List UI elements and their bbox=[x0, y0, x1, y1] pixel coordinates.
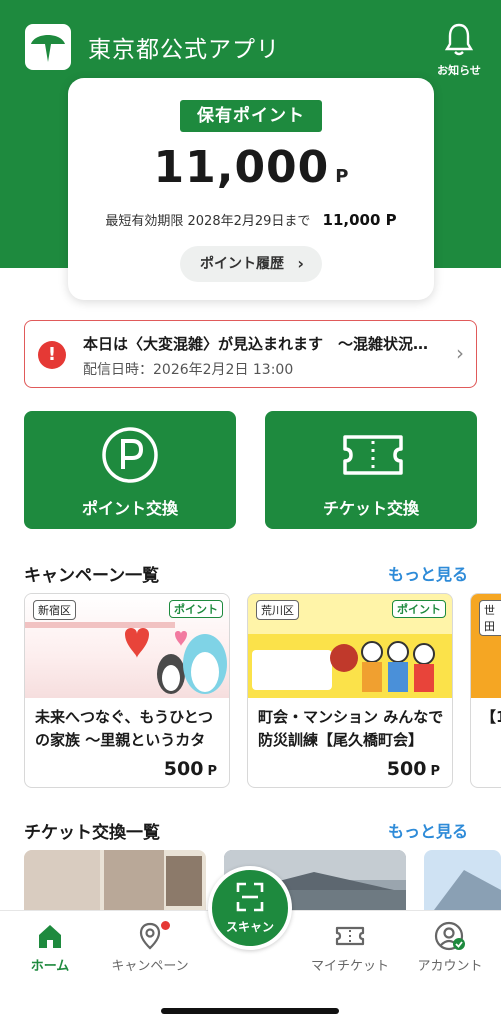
point-history-label: ポイント履歴 bbox=[200, 256, 284, 272]
ticket-image[interactable] bbox=[424, 850, 501, 910]
ward-tag: 新宿区 bbox=[33, 600, 76, 620]
account-icon bbox=[434, 921, 465, 951]
nav-my-ticket[interactable]: マイチケット bbox=[305, 921, 395, 974]
campaign-points: 500 P bbox=[164, 758, 217, 780]
nav-account-label: アカウント bbox=[417, 959, 483, 974]
campaign-card[interactable]: 新宿区 ポイント 未来へつなぐ、もうひとつの家族 〜里親というカタチ〜 500P bbox=[24, 593, 230, 788]
ticket-exchange-button[interactable]: チケット交換 bbox=[265, 411, 477, 529]
nav-my-ticket-label: マイチケット bbox=[310, 959, 389, 974]
tokyo-logo-icon bbox=[25, 24, 71, 70]
points-balance: 11,000 P bbox=[68, 142, 434, 193]
campaign-points: 500 P bbox=[387, 758, 440, 780]
scan-icon bbox=[236, 882, 264, 912]
point-exchange-label: ポイント交換 bbox=[81, 499, 178, 518]
ward-tag: 荒川区 bbox=[256, 600, 299, 620]
congestion-alert[interactable]: ! 本日は〈大変混雑〉が見込まれます ～混雑状況について～ 配信日時：2026年… bbox=[24, 320, 477, 388]
home-indicator bbox=[161, 1008, 339, 1014]
campaign-card[interactable]: 荒川区 ポイント 町会・マンション みんなで防災訓練【尾久橋町会】 500 P bbox=[247, 593, 453, 788]
campaign-points-value: 500 bbox=[163, 758, 204, 780]
nav-home[interactable]: ホーム bbox=[5, 921, 95, 974]
chevron-right-icon: › bbox=[456, 341, 464, 365]
campaign-section-title: キャンペーン一覧 bbox=[24, 566, 160, 586]
scan-label: スキャン bbox=[225, 920, 274, 934]
point-circle-icon bbox=[102, 427, 158, 483]
campaign-title: 未来へつなぐ、もうひとつの家族 〜里親というカタチ〜 bbox=[35, 708, 214, 749]
expiry-info: 最短有効期限 2028年2月29日まで 11,000 P bbox=[68, 210, 434, 229]
app-title: 東京都公式アプリ bbox=[88, 37, 280, 63]
alert-icon: ! bbox=[38, 341, 66, 369]
ticket-exchange-label: チケット交換 bbox=[322, 499, 419, 518]
ticket-icon bbox=[343, 435, 403, 475]
point-tag: ポイント bbox=[392, 600, 446, 618]
chevron-right-icon: › bbox=[297, 254, 304, 273]
notifications-button[interactable]: お知らせ bbox=[432, 22, 486, 82]
notification-dot bbox=[161, 921, 170, 930]
expiry-date: 2028年2月29日まで bbox=[187, 214, 311, 229]
ward-tag: 世田 bbox=[479, 600, 501, 636]
campaign-points-unit: P bbox=[207, 764, 217, 779]
notifications-label: お知らせ bbox=[437, 64, 481, 77]
ticket-icon bbox=[335, 926, 365, 946]
expiry-label: 最短有効期限 bbox=[105, 214, 184, 229]
campaign-title: 【1 bbox=[481, 708, 501, 726]
campaign-more-link[interactable]: もっと見る bbox=[388, 561, 468, 585]
point-tag: ポイント bbox=[169, 600, 223, 618]
nav-campaign-label: キャンペーン bbox=[111, 959, 189, 974]
nav-account[interactable]: アカウント bbox=[405, 921, 495, 974]
scan-button[interactable]: スキャン bbox=[208, 866, 292, 950]
campaign-points-value: 500 bbox=[386, 758, 427, 780]
bell-icon bbox=[444, 23, 474, 56]
alert-title: 本日は〈大変混雑〉が見込まれます ～混雑状況について～ bbox=[83, 335, 443, 353]
ticket-more-link[interactable]: もっと見る bbox=[388, 818, 468, 842]
points-badge: 保有ポイント bbox=[180, 100, 322, 132]
nav-campaign[interactable]: キャンペーン bbox=[105, 921, 195, 974]
campaign-title: 町会・マンション みんなで防災訓練【尾久橋町会】 bbox=[258, 708, 444, 749]
points-card: 保有ポイント 11,000 P 最短有効期限 2028年2月29日まで 11,00… bbox=[68, 78, 434, 300]
point-exchange-button[interactable]: ポイント交換 bbox=[24, 411, 236, 529]
alert-date: 配信日時：2026年2月2日 13:00 bbox=[83, 362, 294, 378]
nav-home-label: ホーム bbox=[30, 959, 70, 974]
campaign-points-unit: P bbox=[430, 764, 440, 779]
ticket-image[interactable] bbox=[24, 850, 206, 910]
ticket-section-title: チケット交換一覧 bbox=[24, 823, 160, 843]
home-icon bbox=[39, 925, 61, 948]
campaign-card[interactable]: 世田 【1 bbox=[470, 593, 501, 788]
point-history-button[interactable]: ポイント履歴 › bbox=[180, 246, 322, 282]
points-value: 11,000 bbox=[153, 142, 330, 193]
expiry-amount: 11,000 P bbox=[322, 211, 397, 229]
points-unit: P bbox=[335, 166, 349, 187]
